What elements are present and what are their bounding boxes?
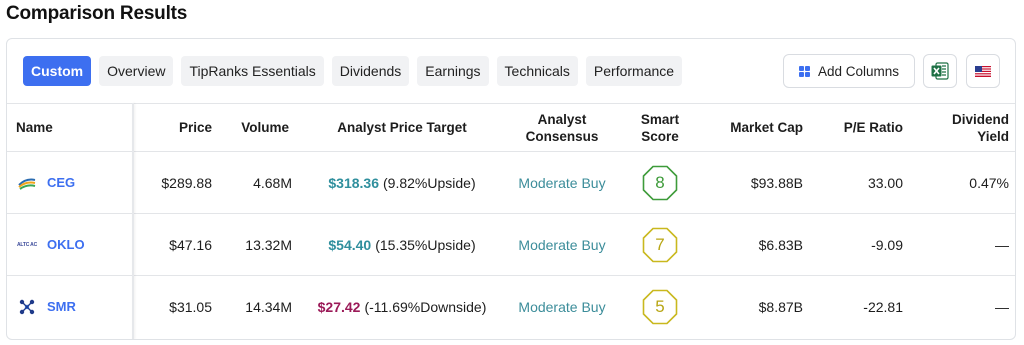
ticker-link[interactable]: SMR bbox=[47, 276, 76, 337]
table-row: SMR $31.05 14.34M $27.42 (-11.69%Downsid… bbox=[7, 276, 1015, 338]
pe-ratio-cell: -9.09 bbox=[871, 236, 903, 253]
tab-performance[interactable]: Performance bbox=[585, 56, 683, 86]
price-target-downside: (-11.69%Downside) bbox=[364, 298, 487, 315]
column-header-smart-score[interactable]: Smart Score bbox=[620, 104, 700, 151]
consensus-cell: Moderate Buy bbox=[507, 214, 617, 275]
ceg-logo-icon bbox=[17, 173, 37, 193]
comparison-panel: Custom Overview TipRanks Essentials Divi… bbox=[6, 38, 1016, 340]
smart-score-header-line1: Smart bbox=[640, 111, 680, 127]
table-header: Name Price Volume Analyst Price Target A… bbox=[7, 103, 1015, 152]
add-columns-button[interactable]: Add Columns bbox=[783, 54, 915, 88]
export-excel-button[interactable] bbox=[923, 54, 957, 88]
excel-icon bbox=[931, 62, 949, 80]
smart-score-header-line2: Score bbox=[641, 128, 679, 144]
pe-ratio-cell: -22.81 bbox=[863, 298, 903, 315]
column-header-volume[interactable]: Volume bbox=[219, 104, 289, 151]
column-header-analyst-consensus[interactable]: Analyst Consensus bbox=[507, 104, 617, 151]
volume-cell: 4.68M bbox=[253, 174, 292, 191]
dividend-header-line2: Yield bbox=[977, 128, 1009, 144]
tab-custom[interactable]: Custom bbox=[23, 56, 92, 86]
price-target-upside: (15.35%Upside) bbox=[375, 236, 476, 253]
oklo-logo-text: ALTC AC bbox=[17, 242, 37, 248]
market-cap-cell: $6.83B bbox=[758, 236, 803, 253]
smart-score-value: 7 bbox=[655, 234, 665, 254]
us-flag-icon bbox=[975, 65, 991, 77]
smart-score-badge[interactable]: 5 bbox=[642, 289, 678, 325]
tab-bar: Custom Overview TipRanks Essentials Divi… bbox=[23, 56, 683, 86]
tab-earnings[interactable]: Earnings bbox=[417, 56, 489, 86]
volume-cell: 13.32M bbox=[245, 236, 292, 253]
price-target-value: $318.36 bbox=[328, 174, 379, 191]
market-cap-cell: $8.87B bbox=[758, 298, 803, 315]
tab-tipranks-essentials[interactable]: TipRanks Essentials bbox=[181, 56, 324, 86]
consensus-link[interactable]: Moderate Buy bbox=[518, 299, 605, 315]
consensus-cell: Moderate Buy bbox=[507, 276, 617, 337]
sticky-column-divider bbox=[132, 103, 134, 339]
smart-score-cell: 7 bbox=[620, 214, 700, 275]
table-row: CEG $289.88 4.68M $318.36 (9.82%Upside) … bbox=[7, 152, 1015, 214]
dividend-yield-cell: — bbox=[995, 236, 1009, 253]
dividend-yield-cell: 0.47% bbox=[969, 174, 1009, 191]
column-header-dividend-yield[interactable]: Dividend Yield bbox=[927, 104, 1009, 151]
add-columns-label: Add Columns bbox=[817, 63, 900, 79]
smart-score-badge[interactable]: 8 bbox=[642, 165, 678, 201]
column-header-name[interactable]: Name bbox=[16, 104, 116, 151]
ticker-link[interactable]: OKLO bbox=[47, 214, 85, 275]
price-cell: $289.88 bbox=[161, 174, 212, 191]
dividend-header-line1: Dividend bbox=[951, 111, 1009, 127]
grid-icon bbox=[798, 65, 810, 77]
consensus-link[interactable]: Moderate Buy bbox=[518, 237, 605, 253]
price-target-value: $54.40 bbox=[328, 236, 372, 253]
price-cell: $31.05 bbox=[169, 298, 212, 315]
table-row: ALTC AC OKLO $47.16 13.32M $54.40 (15.35… bbox=[7, 214, 1015, 276]
ticker-link[interactable]: CEG bbox=[47, 152, 75, 213]
page-title: Comparison Results bbox=[6, 3, 188, 24]
oklo-logo-icon: ALTC AC bbox=[17, 235, 37, 255]
column-header-analyst-price-target[interactable]: Analyst Price Target bbox=[317, 104, 487, 151]
pe-ratio-cell: 33.00 bbox=[867, 174, 903, 191]
smart-score-cell: 5 bbox=[620, 276, 700, 337]
tab-overview[interactable]: Overview bbox=[99, 56, 174, 86]
consensus-link[interactable]: Moderate Buy bbox=[518, 175, 605, 191]
tab-dividends[interactable]: Dividends bbox=[331, 56, 410, 86]
smart-score-cell: 8 bbox=[620, 152, 700, 213]
consensus-header-line1: Analyst bbox=[537, 111, 587, 127]
column-header-price[interactable]: Price bbox=[147, 104, 212, 151]
column-header-market-cap[interactable]: Market Cap bbox=[707, 104, 803, 151]
market-cap-cell: $93.88B bbox=[750, 174, 803, 191]
region-flag-button[interactable] bbox=[966, 54, 1000, 88]
price-target-upside: (9.82%Upside) bbox=[383, 174, 476, 191]
dividend-yield-cell: — bbox=[995, 298, 1009, 315]
analyst-price-target-cell: $54.40 (15.35%Upside) bbox=[312, 214, 492, 275]
consensus-cell: Moderate Buy bbox=[507, 152, 617, 213]
smr-logo-icon bbox=[17, 297, 37, 317]
analyst-price-target-cell: $27.42 (-11.69%Downside) bbox=[312, 276, 492, 337]
volume-cell: 14.34M bbox=[245, 298, 292, 315]
tab-technicals[interactable]: Technicals bbox=[496, 56, 578, 86]
column-header-pe-ratio[interactable]: P/E Ratio bbox=[817, 104, 903, 151]
analyst-price-target-cell: $318.36 (9.82%Upside) bbox=[312, 152, 492, 213]
smart-score-badge[interactable]: 7 bbox=[642, 227, 678, 263]
price-target-value: $27.42 bbox=[317, 298, 361, 315]
price-cell: $47.16 bbox=[169, 236, 212, 253]
smart-score-value: 8 bbox=[655, 172, 665, 192]
smart-score-value: 5 bbox=[655, 296, 665, 316]
consensus-header-line2: Consensus bbox=[525, 128, 599, 144]
